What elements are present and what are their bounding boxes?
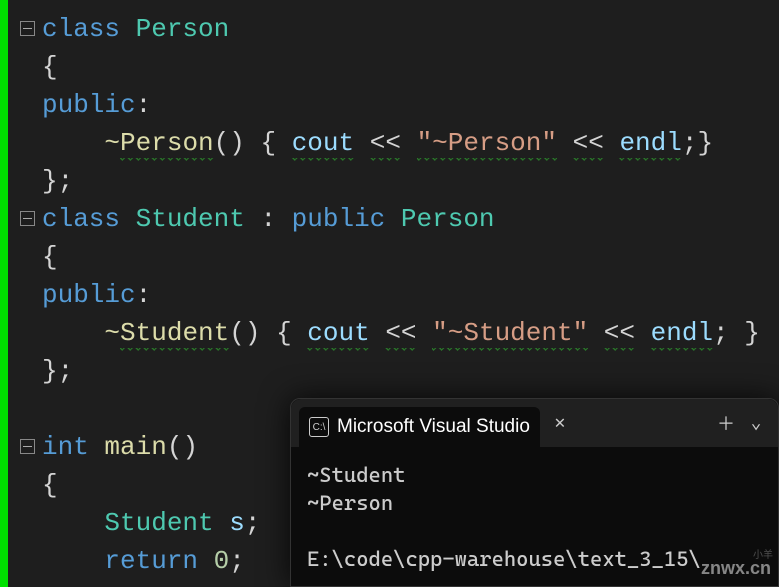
close-tab-button[interactable]: ✕ — [546, 409, 574, 437]
fold-toggle[interactable] — [20, 211, 35, 226]
code-line[interactable]: public: — [42, 276, 760, 314]
code-line[interactable]: }; — [42, 162, 760, 200]
tab-dropdown-button[interactable]: ⌄ — [742, 409, 770, 437]
code-line[interactable]: { — [42, 48, 760, 86]
terminal-tab[interactable]: C:\ Microsoft Visual Studio — [299, 407, 540, 447]
code-line[interactable]: ~Person() { cout << "~Person" << endl;} — [42, 124, 760, 162]
code-line[interactable]: class Student : public Person — [42, 200, 760, 238]
code-line[interactable]: { — [42, 238, 760, 276]
watermark: znwx.cn — [701, 558, 771, 579]
code-line[interactable]: ~Student() { cout << "~Student" << endl;… — [42, 314, 760, 352]
fold-toggle[interactable] — [20, 439, 35, 454]
terminal-icon: C:\ — [309, 417, 329, 437]
change-indicator — [0, 0, 8, 587]
terminal-title: Microsoft Visual Studio — [337, 416, 530, 438]
code-line[interactable]: public: — [42, 86, 760, 124]
terminal-titlebar[interactable]: C:\ Microsoft Visual Studio ✕ ＋ ⌄ — [291, 399, 778, 447]
gutter — [0, 0, 42, 587]
code-line[interactable]: class Person — [42, 10, 760, 48]
fold-toggle[interactable] — [20, 21, 35, 36]
code-line[interactable]: }; — [42, 352, 760, 390]
new-tab-button[interactable]: ＋ — [712, 409, 740, 437]
